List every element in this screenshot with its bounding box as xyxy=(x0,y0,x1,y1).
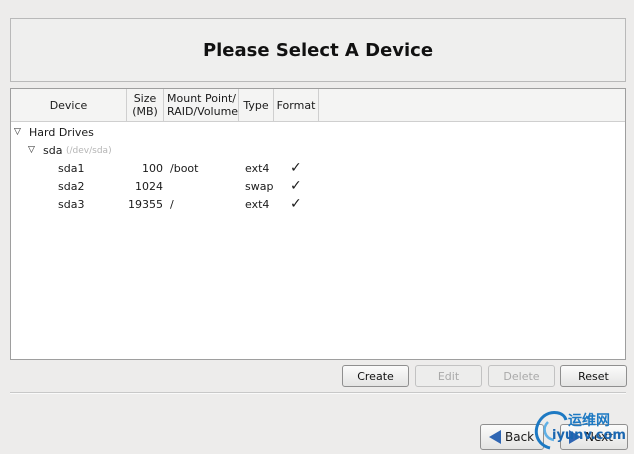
tree-row-sda[interactable]: ▽ sda (/dev/sda) xyxy=(11,142,625,160)
column-type[interactable]: Type xyxy=(239,89,274,121)
watermark-cn: 运维网 xyxy=(568,413,610,429)
checkmark-icon: ✓ xyxy=(290,160,302,176)
table-row[interactable]: sda2 1024 swap ✓ xyxy=(11,178,625,196)
watermark-logo: 运维网 iyunv.com xyxy=(530,402,634,454)
column-device[interactable]: Device xyxy=(11,89,127,121)
arrow-left-icon xyxy=(489,430,501,444)
page-title: Please Select A Device xyxy=(202,39,434,61)
table-row[interactable]: sda1 100 /boot ext4 ✓ xyxy=(11,160,625,178)
action-buttons: Create Edit Delete Reset xyxy=(0,365,634,387)
partition-size: 100 xyxy=(142,162,163,175)
reset-button[interactable]: Reset xyxy=(560,365,627,387)
partition-device: sda3 xyxy=(58,198,85,211)
partition-type: ext4 xyxy=(245,162,270,175)
partition-type: swap xyxy=(245,180,274,193)
partition-type: ext4 xyxy=(245,198,270,211)
partition-device: sda1 xyxy=(58,162,85,175)
column-mount-point-label: Mount Point/ RAID/Volume xyxy=(167,92,239,118)
tree-header: Device Size (MB) Mount Point/ RAID/Volum… xyxy=(11,89,625,122)
edit-button[interactable]: Edit xyxy=(415,365,482,387)
column-size[interactable]: Size (MB) xyxy=(127,89,164,121)
table-row[interactable]: sda3 19355 / ext4 ✓ xyxy=(11,196,625,214)
group-label: Hard Drives xyxy=(29,126,94,139)
delete-button[interactable]: Delete xyxy=(488,365,555,387)
triangle-down-icon[interactable]: ▽ xyxy=(28,145,35,155)
device-tree[interactable]: Device Size (MB) Mount Point/ RAID/Volum… xyxy=(10,88,626,360)
watermark-en: iyunv.com xyxy=(552,428,626,443)
create-button[interactable]: Create xyxy=(342,365,409,387)
divider xyxy=(10,392,626,394)
checkmark-icon: ✓ xyxy=(290,178,302,194)
page-header: Please Select A Device xyxy=(10,18,626,82)
disk-path: (/dev/sda) xyxy=(66,146,112,156)
partition-mount: /boot xyxy=(170,162,199,175)
partition-mount: / xyxy=(170,198,174,211)
partition-size: 19355 xyxy=(128,198,163,211)
partition-size: 1024 xyxy=(135,180,163,193)
triangle-down-icon[interactable]: ▽ xyxy=(14,127,21,137)
column-size-label: Size (MB) xyxy=(132,92,158,118)
partition-device: sda2 xyxy=(58,180,85,193)
tree-row-hard-drives[interactable]: ▽ Hard Drives xyxy=(11,124,625,142)
column-mount-point[interactable]: Mount Point/ RAID/Volume xyxy=(164,89,239,121)
column-format[interactable]: Format xyxy=(274,89,319,121)
checkmark-icon: ✓ xyxy=(290,196,302,212)
disk-name: sda xyxy=(43,144,63,157)
